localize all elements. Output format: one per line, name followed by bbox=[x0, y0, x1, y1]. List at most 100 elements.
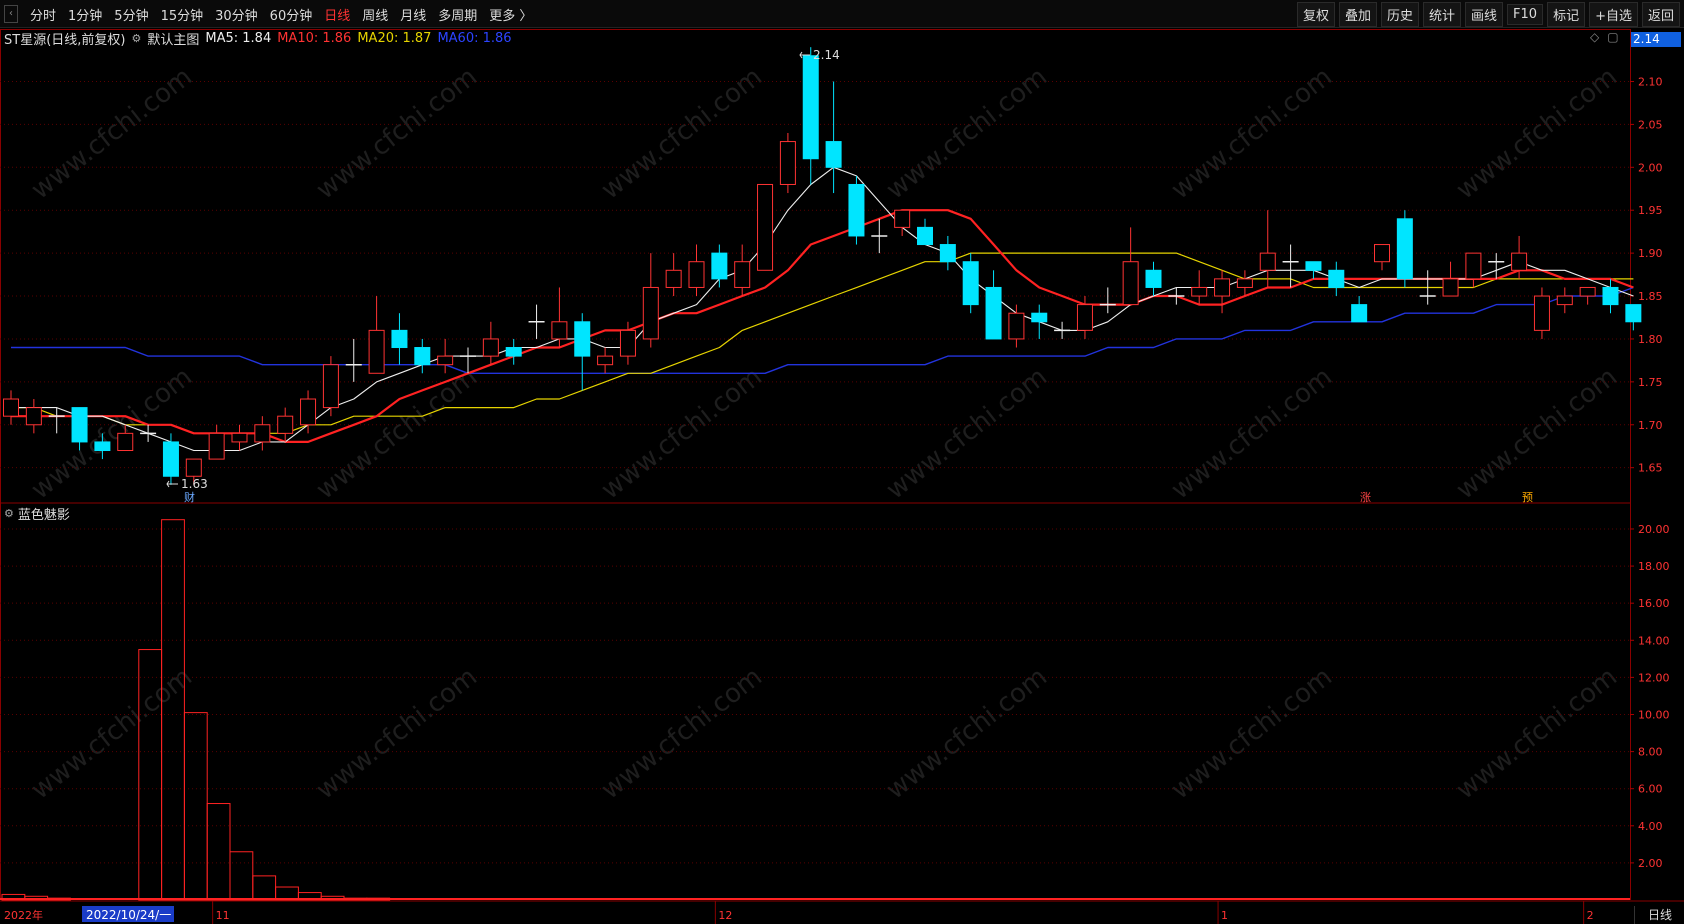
indicator-tick-label: 10.00 bbox=[1638, 708, 1670, 721]
price-axis: 1.65 1.70 1.75 1.80 1.85 1.90 1.95 2.00 2.05 2.10 bbox=[1630, 75, 1663, 475]
candle-body-down bbox=[711, 252, 728, 280]
indicator-tick-label: 18.00 bbox=[1638, 560, 1670, 573]
candle-body-up bbox=[894, 209, 911, 228]
candle-body-up bbox=[437, 355, 454, 366]
candle-body-up bbox=[185, 458, 202, 477]
candle-body-down bbox=[1031, 312, 1048, 323]
candle-body-down bbox=[94, 441, 111, 452]
watermark-text: www.cfchi.com bbox=[1451, 62, 1623, 206]
candle-body-down bbox=[1328, 269, 1345, 288]
price-tick-label: 1.70 bbox=[1638, 419, 1663, 432]
ma20-series bbox=[11, 252, 1634, 434]
low-annotation: 1.63 bbox=[181, 477, 208, 491]
candle-body-down bbox=[1305, 261, 1322, 271]
candle-body-down bbox=[162, 441, 179, 477]
candle-body-up bbox=[231, 432, 248, 443]
candle-body-up bbox=[619, 329, 636, 357]
period-indicator[interactable]: 日线 bbox=[1634, 906, 1684, 924]
high-annotation: 2.14 bbox=[813, 48, 840, 62]
candle-body-down bbox=[962, 261, 979, 306]
candle-body-up bbox=[551, 321, 568, 340]
candle-body-up bbox=[1214, 278, 1231, 297]
date-tick-label: 2 bbox=[1587, 909, 1594, 922]
watermark-text: www.cfchi.com bbox=[596, 662, 768, 806]
histogram-bar bbox=[252, 875, 277, 901]
histogram-bar bbox=[206, 803, 231, 901]
indicator-tick-label: 12.00 bbox=[1638, 671, 1670, 684]
marker-zhang[interactable]: 涨 bbox=[1360, 491, 1371, 504]
chart-frame bbox=[0, 29, 1684, 902]
low-arrow-icon bbox=[166, 480, 178, 488]
ma20-line bbox=[11, 252, 1634, 434]
watermark-text: www.cfchi.com bbox=[596, 62, 768, 206]
marker-yu[interactable]: 预 bbox=[1522, 491, 1533, 504]
indicator-tick-label: 2.00 bbox=[1638, 857, 1663, 870]
watermark-text: www.cfchi.com bbox=[26, 662, 198, 806]
date-tick-label: 11 bbox=[216, 909, 230, 922]
indicator-tick-label: 4.00 bbox=[1638, 820, 1663, 833]
candle-body-up bbox=[277, 415, 294, 434]
candle-body-up bbox=[1008, 312, 1025, 340]
marker-cai[interactable]: 财 bbox=[184, 490, 195, 504]
candle-body-down bbox=[917, 226, 933, 246]
candle-body-up bbox=[1191, 286, 1208, 297]
candle-body-down bbox=[505, 347, 522, 357]
cursor-date: 2022/10/24/一 bbox=[86, 908, 171, 922]
price-tick-label: 1.80 bbox=[1638, 333, 1663, 346]
candle-body-down bbox=[939, 244, 956, 263]
watermark-text: www.cfchi.com bbox=[596, 362, 768, 506]
price-tick-label: 2.00 bbox=[1638, 161, 1663, 174]
candle-body-up bbox=[368, 329, 385, 374]
candle-body-up bbox=[254, 424, 271, 443]
candle-body-up bbox=[1442, 278, 1459, 297]
candle-body-up bbox=[1374, 244, 1390, 263]
candle-body-up bbox=[642, 286, 659, 340]
candle-body-up bbox=[3, 398, 19, 417]
candle-body-up bbox=[665, 269, 682, 288]
candle-body-up bbox=[757, 183, 774, 271]
watermark-text: www.cfchi.com bbox=[1451, 362, 1623, 506]
plot-border bbox=[0, 29, 1631, 900]
candle-body-up bbox=[322, 364, 339, 409]
histogram-bar bbox=[183, 712, 208, 901]
candle-body-up bbox=[1236, 278, 1253, 288]
candle-body-up bbox=[1076, 304, 1093, 331]
watermark-text: www.cfchi.com bbox=[881, 362, 1053, 506]
candle-body-down bbox=[391, 329, 408, 349]
candle-body-up bbox=[482, 338, 499, 357]
candle-body-up bbox=[1465, 252, 1482, 280]
candle-body-down bbox=[825, 141, 842, 168]
candle-body-down bbox=[1396, 218, 1413, 280]
watermark-text: www.cfchi.com bbox=[311, 62, 483, 206]
price-tick-label: 1.75 bbox=[1638, 376, 1663, 389]
watermark-text: www.cfchi.com bbox=[1166, 362, 1338, 506]
candle-body-up bbox=[1511, 252, 1528, 271]
ma10-line bbox=[11, 209, 1634, 443]
candle-body-up bbox=[1533, 295, 1550, 331]
candle-body-down bbox=[848, 183, 865, 237]
candle-body-up bbox=[734, 261, 751, 288]
candle-body-up bbox=[779, 141, 796, 185]
indicator-histogram bbox=[0, 519, 1630, 901]
price-tick-label: 2.10 bbox=[1638, 75, 1663, 88]
kline-chart[interactable]: www.cfchi.com www.cfchi.com www.cfchi.com w… bbox=[0, 0, 1684, 924]
indicator-tick-label: 6.00 bbox=[1638, 783, 1663, 796]
candle-body-up bbox=[688, 261, 705, 288]
candle-body-up bbox=[1259, 252, 1276, 271]
candle-body-down bbox=[802, 55, 819, 160]
candle-body-up bbox=[117, 432, 134, 452]
year-label: 2022年 bbox=[4, 908, 43, 922]
candle-body-up bbox=[1579, 286, 1596, 297]
candle-body-down bbox=[1145, 269, 1162, 288]
indicator-axis: 2.00 4.00 6.00 8.00 10.00 12.00 14.00 16.00 18.0… bbox=[1630, 523, 1670, 870]
indicator-tick-label: 8.00 bbox=[1638, 746, 1663, 759]
price-tick-label: 2.05 bbox=[1638, 118, 1663, 131]
candle-body-down bbox=[1351, 304, 1368, 323]
candle-body-down bbox=[574, 321, 591, 357]
price-tick-label: 1.90 bbox=[1638, 247, 1663, 260]
watermark-text: www.cfchi.com bbox=[1451, 662, 1623, 806]
candle-body-down bbox=[985, 286, 1002, 340]
candle-body-up bbox=[597, 355, 614, 366]
candle-body-up bbox=[1122, 261, 1139, 306]
candle-body-down bbox=[71, 407, 88, 443]
